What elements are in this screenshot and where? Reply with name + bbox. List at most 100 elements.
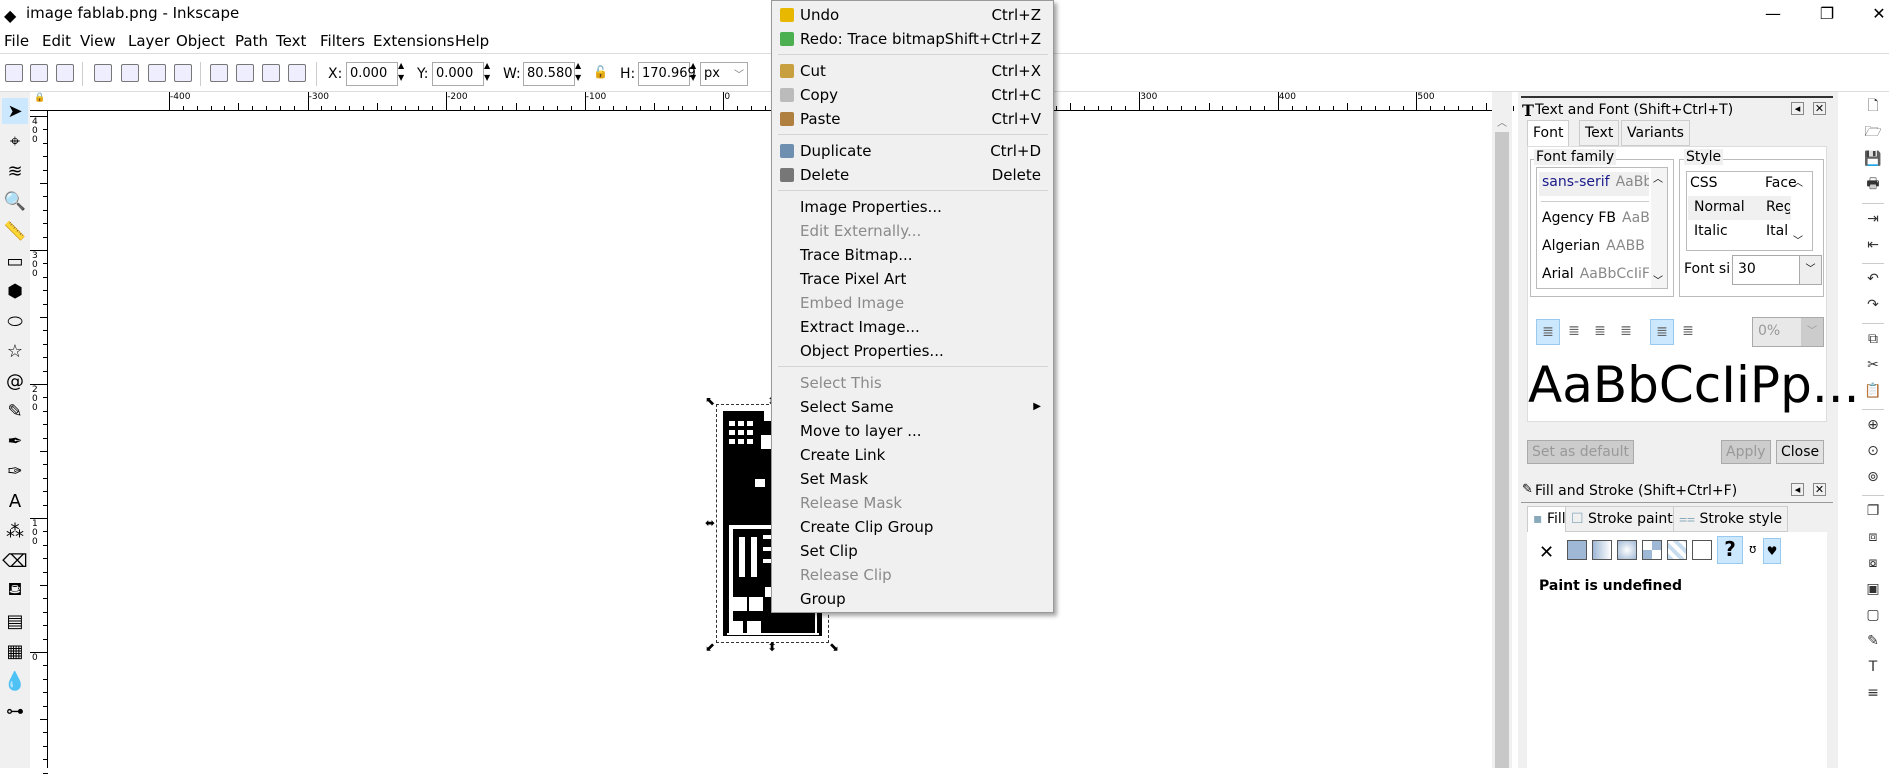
clone-icon[interactable]: ⧈ — [1864, 528, 1882, 546]
duplicate-icon[interactable]: ❐ — [1864, 502, 1882, 520]
justify-icon[interactable]: ≣ — [1614, 319, 1638, 345]
selector-tool-icon[interactable]: ➤ — [2, 98, 28, 124]
text-icon[interactable]: T — [1864, 658, 1882, 676]
menu-layer[interactable]: Layer — [128, 32, 170, 50]
style-item[interactable]: Italic Ital — [1688, 220, 1791, 244]
menu-filters[interactable]: Filters — [320, 32, 365, 50]
3d-box-tool-icon[interactable]: ⬢ — [2, 278, 28, 304]
pen-tool-icon[interactable]: ✒ — [2, 428, 28, 454]
font-family-item[interactable]: Arial AaBbCcIiF — [1539, 264, 1649, 288]
linear-gradient-icon[interactable] — [1592, 540, 1612, 560]
resize-handle-w-icon[interactable]: ⬌ — [704, 517, 716, 529]
chevron-down-icon[interactable]: ﹀ — [1793, 232, 1803, 247]
radial-gradient-icon[interactable] — [1617, 540, 1637, 560]
flat-color-icon[interactable] — [1567, 540, 1587, 560]
connector-tool-icon[interactable]: ⊶ — [2, 698, 28, 724]
menu-item-extract-image[interactable]: Extract Image... — [774, 315, 1051, 339]
paste-icon[interactable]: 📋 — [1864, 382, 1882, 400]
menu-item-duplicate[interactable]: Duplicate Ctrl+D — [774, 139, 1051, 163]
export-icon[interactable]: ⇤ — [1864, 236, 1882, 254]
star-tool-icon[interactable]: ☆ — [2, 338, 28, 364]
h-spinner[interactable] — [690, 61, 700, 85]
tab-stroke-style[interactable]: ⩵ Stroke style — [1673, 506, 1789, 532]
zoom-drawing-icon[interactable]: ⊙ — [1864, 442, 1882, 460]
node-tool-icon[interactable]: ⌖ — [2, 128, 28, 154]
style-item[interactable]: Normal Reg — [1688, 196, 1791, 220]
menu-item-cut[interactable]: Cut Ctrl+X — [774, 59, 1051, 83]
w-spinner[interactable] — [575, 61, 585, 85]
scrollbar-thumb[interactable] — [1495, 132, 1509, 768]
menu-help[interactable]: Help — [455, 32, 489, 50]
measure-tool-icon[interactable]: 📏 — [2, 218, 28, 244]
resize-handle-sw-icon[interactable]: ⬋ — [704, 641, 716, 653]
menu-item-set-clip[interactable]: Set Clip — [774, 539, 1051, 563]
undo-icon[interactable]: ↶ — [1864, 270, 1882, 288]
calligraphy-tool-icon[interactable]: ✑ — [2, 458, 28, 484]
new-document-icon[interactable] — [5, 64, 23, 82]
align-right-icon[interactable]: ≣ — [1588, 319, 1612, 345]
menu-item-image-properties[interactable]: Image Properties... — [774, 195, 1051, 219]
w-input[interactable]: 80.580 — [523, 62, 575, 86]
rotate-cw-icon[interactable] — [121, 64, 139, 82]
resize-handle-nw-icon[interactable]: ⬉ — [704, 395, 716, 407]
menu-item-paste[interactable]: Paste Ctrl+V — [774, 107, 1051, 131]
set-default-button[interactable]: Set as default — [1527, 440, 1635, 464]
cut-icon[interactable]: ✂ — [1864, 356, 1882, 374]
menu-view[interactable]: View — [80, 32, 116, 50]
panel-collapse-icon[interactable]: ◂ — [1791, 102, 1804, 115]
menu-text[interactable]: Text — [276, 32, 306, 50]
unit-select[interactable]: px ﹀ — [700, 62, 748, 86]
tab-font[interactable]: Font — [1527, 120, 1570, 146]
group-icon[interactable]: ▣ — [1864, 580, 1882, 598]
rectangle-tool-icon[interactable]: ▭ — [2, 248, 28, 274]
menu-item-group[interactable]: Group — [774, 587, 1051, 611]
y-input[interactable]: 0.000 — [432, 62, 484, 86]
no-paint-icon[interactable]: ✕ — [1539, 542, 1554, 563]
import-icon[interactable]: ⇥ — [1864, 210, 1882, 228]
menu-item-set-mask[interactable]: Set Mask — [774, 467, 1051, 491]
flip-vertical-icon[interactable] — [174, 64, 192, 82]
menu-extensions[interactable]: Extensions — [373, 32, 454, 50]
font-family-item[interactable]: sans-serif AaBb — [1539, 172, 1649, 196]
menu-object[interactable]: Object — [176, 32, 225, 50]
align-left-icon[interactable]: ≣ — [1536, 319, 1560, 345]
raise-icon[interactable] — [236, 64, 254, 82]
maximize-button[interactable]: ❐ — [1804, 2, 1850, 28]
menu-item-copy[interactable]: Copy Ctrl+C — [774, 83, 1051, 107]
open-icon[interactable]: 🗁 — [1864, 124, 1882, 142]
menu-item-select-same[interactable]: Select Same ▶ — [774, 395, 1051, 419]
ruler-lock-icon[interactable]: 🔒 — [34, 93, 45, 103]
font-list-scrollbar[interactable] — [1651, 168, 1667, 288]
mesh-gradient-icon[interactable] — [1642, 540, 1662, 560]
menu-item-create-link[interactable]: Create Link — [774, 443, 1051, 467]
chevron-down-icon[interactable]: ﹀ — [1653, 272, 1663, 287]
menu-item-create-clip-group[interactable]: Create Clip Group — [774, 515, 1051, 539]
menu-item-move-to-layer[interactable]: Move to layer ... — [774, 419, 1051, 443]
chevron-up-icon[interactable]: ︿ — [1793, 174, 1803, 189]
unset-paint-icon[interactable]: ? — [1717, 536, 1743, 564]
menu-item-redo-trace-bitmap[interactable]: Redo: Trace bitmap Shift+Ctrl+Z — [774, 27, 1051, 51]
unlink-clone-icon[interactable]: ⧇ — [1864, 554, 1882, 572]
menu-item-trace-bitmap[interactable]: Trace Bitmap... — [774, 243, 1051, 267]
pencil-tool-icon[interactable]: ✎ — [2, 398, 28, 424]
select-all-icon[interactable] — [30, 64, 48, 82]
zoom-tool-icon[interactable]: 🔍 — [2, 188, 28, 214]
flip-horizontal-icon[interactable] — [148, 64, 166, 82]
menu-item-object-properties[interactable]: Object Properties... — [774, 339, 1051, 363]
menu-item-trace-pixel-art[interactable]: Trace Pixel Art — [774, 267, 1051, 291]
raise-to-top-icon[interactable] — [210, 64, 228, 82]
font-family-list[interactable]: sans-serif AaBb Agency FB AaBbC Algerian AABB… — [1536, 167, 1668, 289]
align-center-icon[interactable]: ≣ — [1562, 319, 1586, 345]
tab-text[interactable]: Text — [1579, 120, 1620, 146]
fill-rule-nonzero-icon[interactable]: ♥ — [1763, 538, 1781, 564]
spacing-combo[interactable]: 0% ﹀ — [1752, 317, 1824, 347]
zoom-selection-icon[interactable]: ⊕ — [1864, 416, 1882, 434]
menu-item-undo[interactable]: Undo Ctrl+Z — [774, 3, 1051, 27]
lock-icon[interactable]: 🔓 — [593, 65, 608, 79]
text-tool-icon[interactable]: A — [2, 488, 28, 514]
font-family-item[interactable]: Agency FB AaBbC — [1539, 208, 1649, 232]
copy-icon[interactable]: ⧉ — [1864, 330, 1882, 348]
tab-variants[interactable]: Variants — [1621, 120, 1690, 146]
font-family-item[interactable]: Algerian AABB — [1539, 236, 1649, 260]
gradient-tool-icon[interactable]: ▤ — [2, 608, 28, 634]
